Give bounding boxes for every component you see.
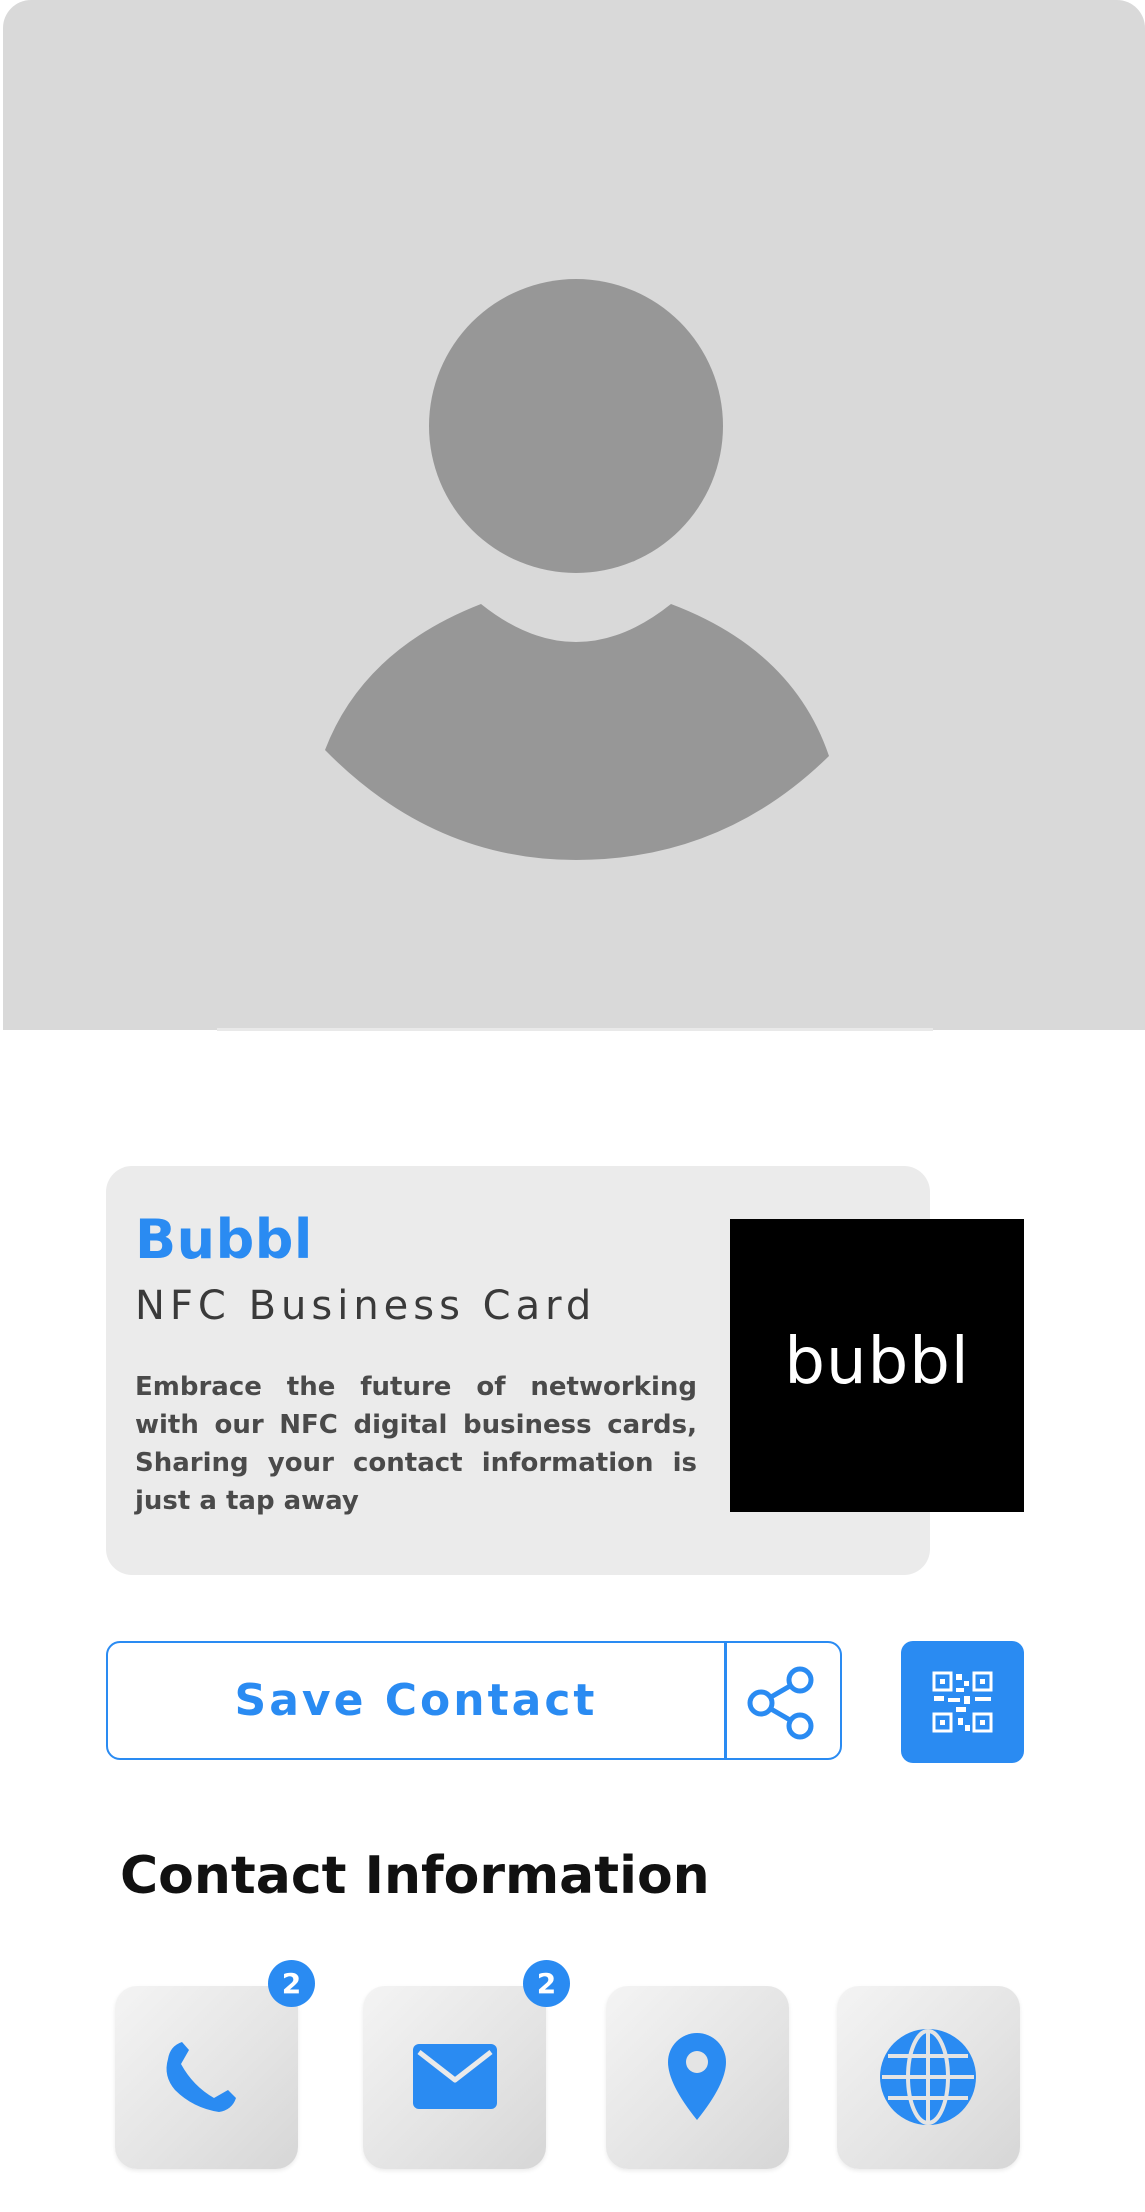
share-button[interactable]: [725, 1641, 842, 1760]
card-description: Embrace the future of networking with ou…: [135, 1372, 697, 1516]
hero-divider: [217, 1028, 933, 1031]
save-contact-button[interactable]: Save Contact: [106, 1641, 726, 1760]
share-icon: [747, 1666, 814, 1740]
profile-photo: [3, 0, 1145, 1030]
phone-count-badge: 2: [268, 1960, 315, 2007]
logo-wordmark: bubbl: [784, 1325, 970, 1399]
location-button[interactable]: [606, 1986, 789, 2169]
mail-icon: [413, 2044, 497, 2109]
phone-icon: [166, 2042, 236, 2112]
qr-code-button[interactable]: [901, 1641, 1024, 1763]
avatar-icon: [325, 279, 829, 860]
website-button[interactable]: [837, 1986, 1020, 2169]
location-pin-icon: [668, 2033, 726, 2120]
company-logo: bubbl: [730, 1219, 1024, 1512]
card-subtitle: NFC Business Card: [135, 1283, 597, 1329]
email-button[interactable]: [363, 1986, 546, 2169]
qr-code-icon: [932, 1671, 993, 1733]
card-title: Bubbl: [135, 1208, 313, 1271]
phone-button[interactable]: [115, 1986, 298, 2169]
email-count-badge: 2: [523, 1960, 570, 2007]
contact-section-title: Contact Information: [120, 1846, 710, 1906]
save-contact-label: Save Contact: [234, 1675, 598, 1726]
globe-icon: [880, 2029, 976, 2125]
